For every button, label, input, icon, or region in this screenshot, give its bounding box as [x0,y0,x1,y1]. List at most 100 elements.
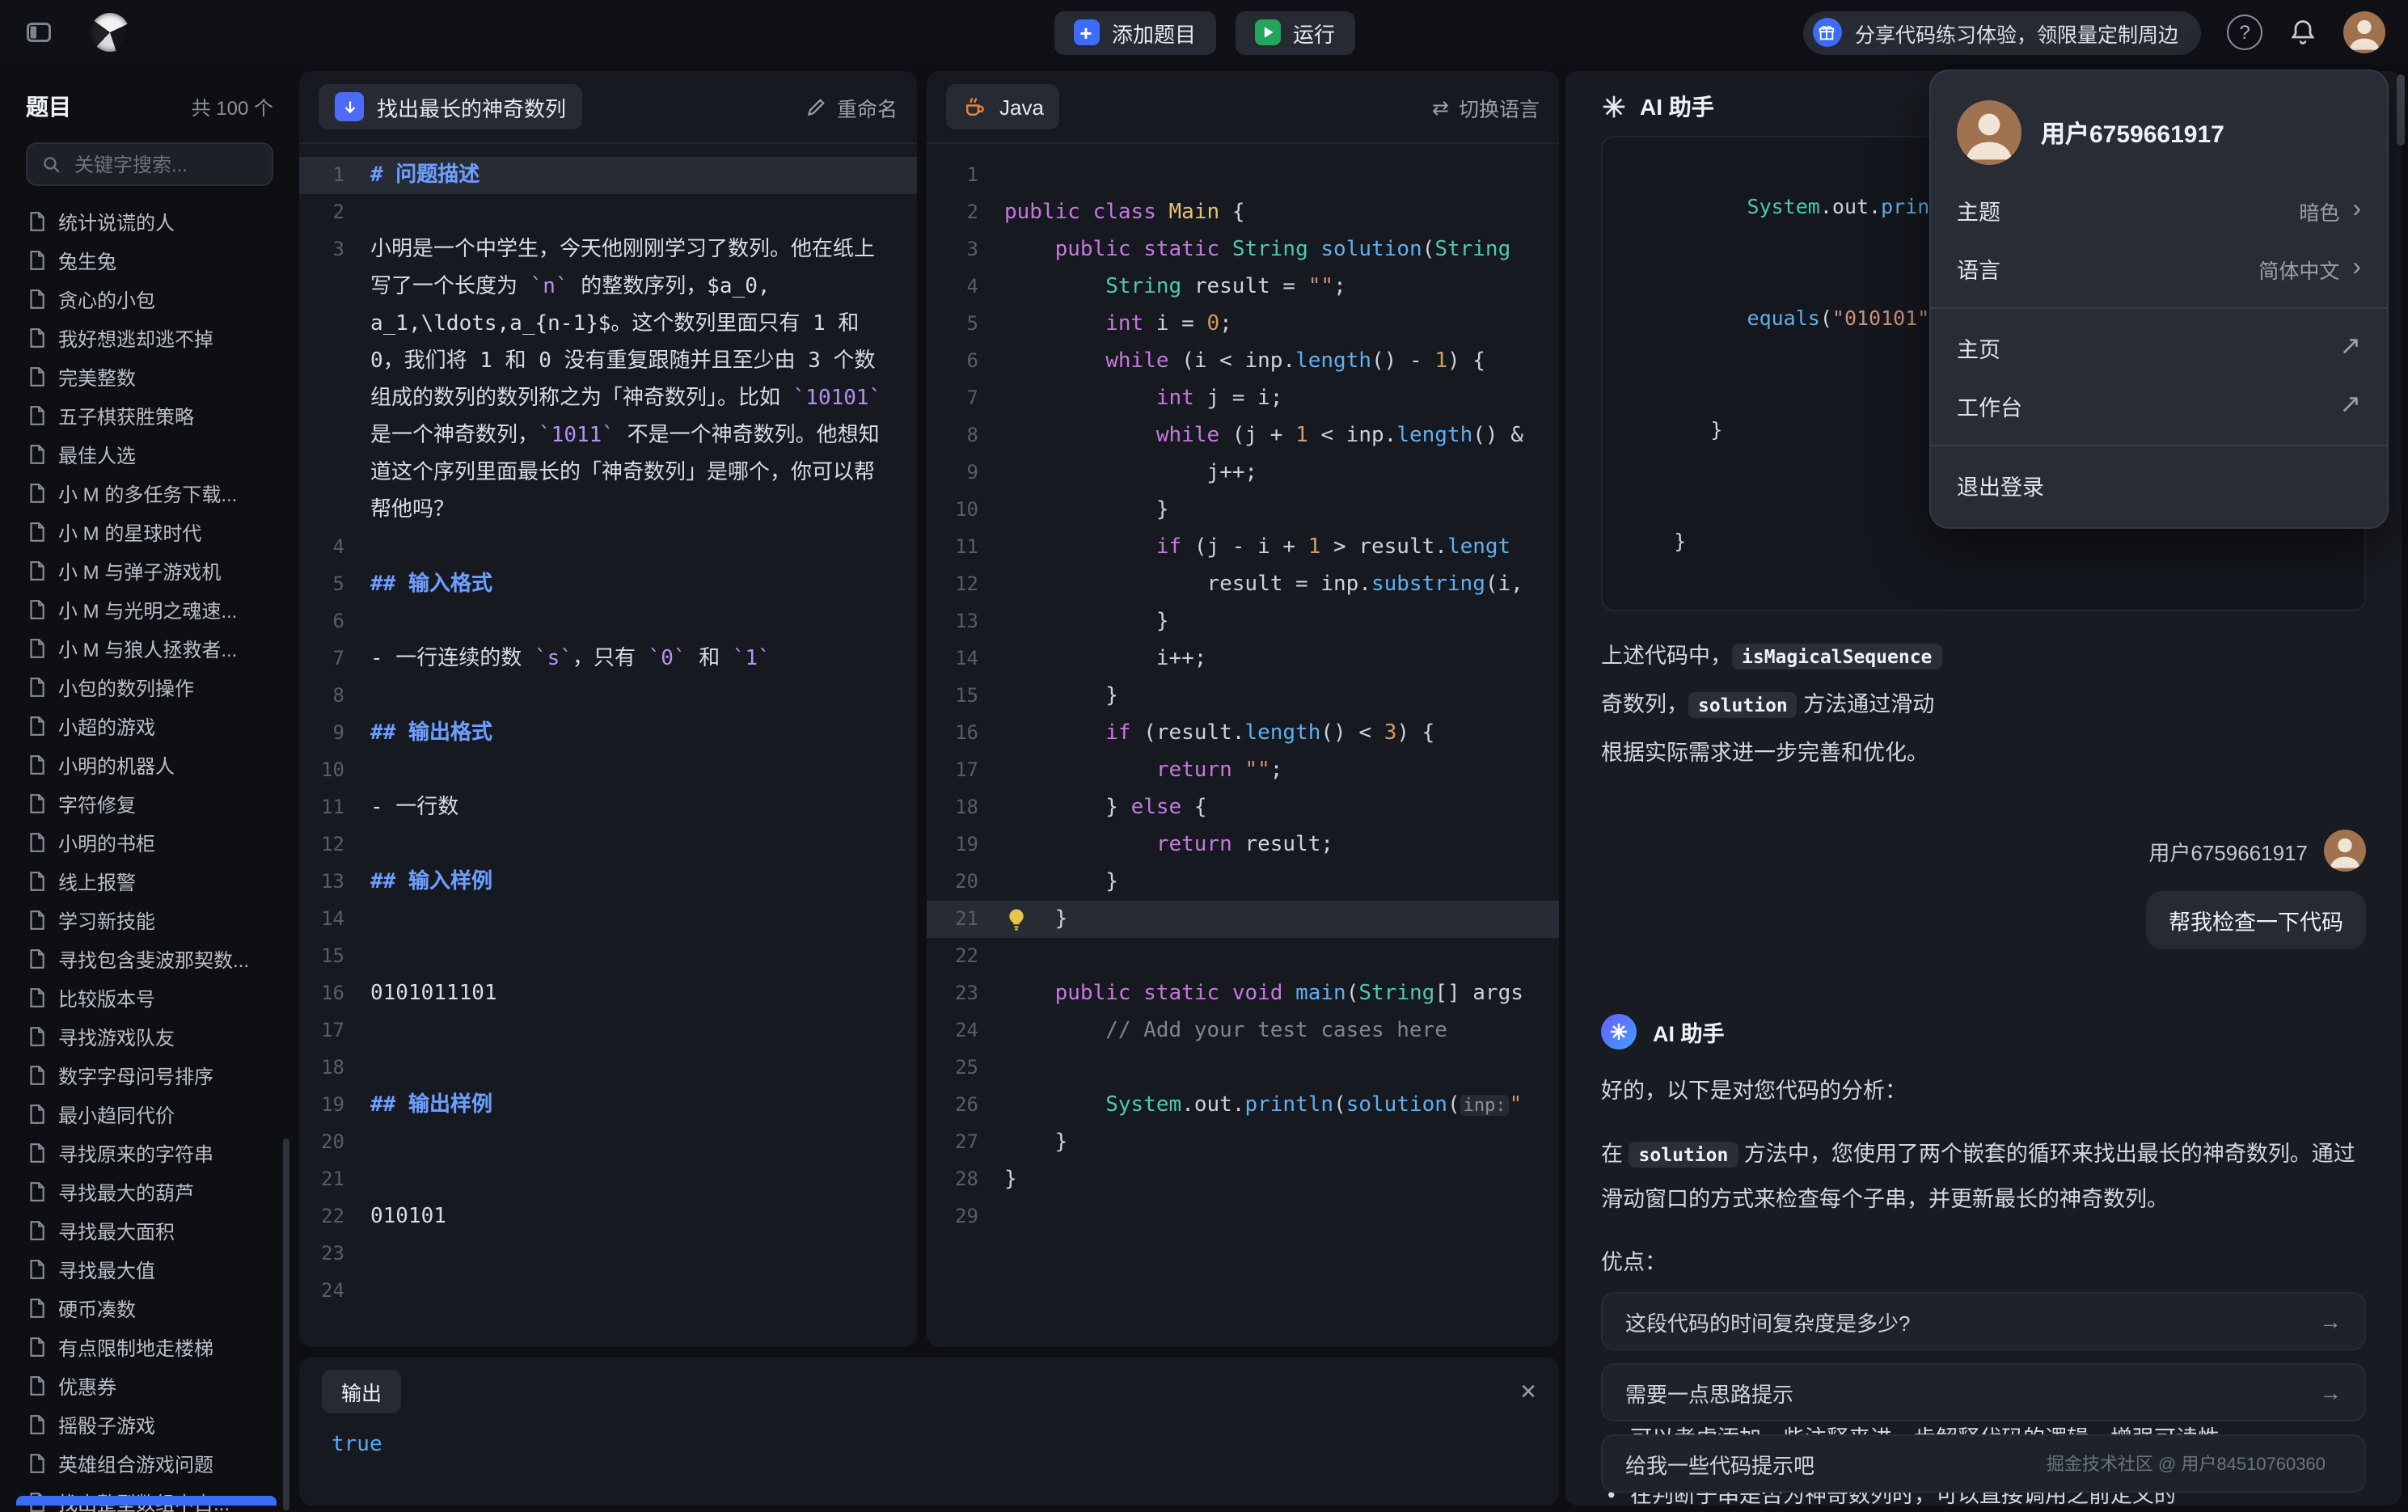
markdown-line[interactable]: 13 ## 输入样例 [299,864,917,901]
app-logo[interactable] [91,13,129,52]
markdown-line[interactable]: 21 [299,1161,917,1198]
code-line[interactable]: 16 if (result.length() < 3) { [927,715,1559,752]
markdown-line[interactable]: 2 [299,194,917,231]
code-line[interactable]: 6 while (i < inp.length() - 1) { [927,343,1559,380]
markdown-line[interactable]: 5 ## 输入格式 [299,566,917,603]
problem-list-item[interactable]: 五子棋获胜策略 [26,396,273,435]
problem-list-item[interactable]: 我好想逃却逃不掉 [26,319,273,357]
markdown-line[interactable]: 20 [299,1124,917,1161]
code-editor[interactable]: 1 2 public class Main { 3 public static … [927,144,1559,1347]
ai-suggestion[interactable]: 需要一点思路提示 → [1601,1363,2366,1421]
problem-list-item[interactable]: 寻找原来的字符串 [26,1134,273,1172]
code-line[interactable]: 17 return ""; [927,752,1559,789]
markdown-line[interactable]: 17 [299,1012,917,1050]
code-line[interactable]: 27 } [927,1124,1559,1161]
problem-list-item[interactable]: 完美整数 [26,357,273,396]
problem-list-item[interactable]: 寻找包含斐波那契数... [26,940,273,978]
problem-list-item[interactable]: 小包的数列操作 [26,668,273,707]
problem-list-item[interactable]: 小明的机器人 [26,745,273,784]
code-line[interactable]: 19 return result; [927,826,1559,864]
markdown-line[interactable]: 22 010101 [299,1198,917,1235]
markdown-line[interactable]: 14 [299,901,917,938]
problem-list-item[interactable]: 贪心的小包 [26,280,273,319]
sidebar-toggle-icon[interactable] [23,16,55,49]
problem-list-item[interactable]: 数字字母问号排序 [26,1056,273,1095]
menu-item[interactable]: 工作台 ↗ [1931,377,2387,435]
problem-list-item[interactable]: 寻找最大的葫芦 [26,1172,273,1211]
code-line[interactable]: 15 } [927,678,1559,715]
markdown-line[interactable]: 9 ## 输出格式 [299,715,917,752]
help-icon[interactable]: ? [2227,15,2262,50]
markdown-editor[interactable]: 1 # 问题描述 2 3 小明是一个中学生，今天他刚刚学习了数列。他在纸上写了一… [299,144,917,1347]
code-line[interactable]: 23 public static void main(String[] args [927,975,1559,1012]
problem-list-item[interactable]: 小 M 与光明之魂速... [26,590,273,629]
code-line[interactable]: 18 } else { [927,789,1559,826]
code-line[interactable]: 5 int i = 0; [927,306,1559,343]
markdown-line[interactable]: 7 - 一行连续的数 `s`，只有 `0` 和 `1` [299,640,917,678]
markdown-line[interactable]: 15 [299,938,917,975]
markdown-line[interactable]: 11 - 一行数 [299,789,917,826]
problem-list-item[interactable]: 线上报警 [26,862,273,901]
sidebar-scrollbar[interactable] [283,1138,289,1510]
problem-list-item[interactable]: 硬币凑数 [26,1289,273,1328]
problem-list-item[interactable]: 兔生兔 [26,241,273,280]
code-line[interactable]: 10 } [927,492,1559,529]
ai-suggestion[interactable]: 给我一些代码提示吧 掘金技术社区 @ 用户84510760360 [1601,1434,2366,1493]
markdown-line[interactable]: 4 [299,529,917,566]
problem-list-item[interactable]: 优惠券 [26,1366,273,1405]
problem-list-item[interactable]: 寻找最大值 [26,1250,273,1289]
code-line[interactable]: 2 public class Main { [927,194,1559,231]
problem-list-item[interactable]: 小 M 的多任务下载... [26,474,273,513]
close-icon[interactable]: × [1520,1378,1536,1405]
lightbulb-icon[interactable] [1004,907,1029,931]
search-input[interactable] [71,151,259,177]
problem-title-chip[interactable]: 找出最长的神奇数列 [319,84,582,129]
markdown-line[interactable]: 18 [299,1050,917,1087]
markdown-line[interactable]: 19 ## 输出样例 [299,1087,917,1124]
problem-list-item[interactable]: 字符修复 [26,784,273,823]
problem-list-item[interactable]: 小 M 与狼人拯救者... [26,629,273,668]
window-scrollbar[interactable] [2397,74,2405,146]
problem-list-item[interactable]: 小超的游戏 [26,707,273,745]
output-tab[interactable]: 输出 [322,1370,401,1413]
problem-list-item[interactable]: 小 M 的星球时代 [26,513,273,551]
markdown-line[interactable]: 10 [299,752,917,789]
ai-suggestion[interactable]: 这段代码的时间复杂度是多少? → [1601,1292,2366,1350]
markdown-line[interactable]: 3 小明是一个中学生，今天他刚刚学习了数列。他在纸上写了一个长度为 `n` 的整… [299,231,917,529]
promo-banner[interactable]: 分享代码练习体验，领限量定制周边 [1803,11,2201,54]
menu-item[interactable]: 主题 暗色 › [1931,181,2387,239]
code-line[interactable]: 8 while (j + 1 < inp.length() & [927,417,1559,454]
code-line[interactable]: 12 result = inp.substring(i, [927,566,1559,603]
code-line[interactable]: 20 } [927,864,1559,901]
markdown-line[interactable]: 6 [299,603,917,640]
markdown-line[interactable]: 1 # 问题描述 [299,157,917,194]
markdown-line[interactable]: 8 [299,678,917,715]
code-line[interactable]: 26 System.out.println(solution(inp:" [927,1087,1559,1124]
menu-item[interactable]: 语言 简体中文 › [1931,239,2387,298]
code-line[interactable]: 7 int j = i; [927,380,1559,417]
problem-list-item[interactable]: 统计说谎的人 [26,202,273,241]
code-line[interactable]: 4 String result = ""; [927,268,1559,306]
menu-item[interactable]: 主页 ↗ [1931,319,2387,377]
code-line[interactable]: 9 j++; [927,454,1559,492]
code-line[interactable]: 13 } [927,603,1559,640]
problem-list-item[interactable]: 小明的书柜 [26,823,273,862]
markdown-line[interactable]: 23 [299,1235,917,1273]
run-button[interactable]: 运行 [1235,11,1354,54]
problem-list-item[interactable]: 最佳人选 [26,435,273,474]
markdown-line[interactable]: 12 [299,826,917,864]
rename-button[interactable]: 重命名 [806,91,898,122]
code-line[interactable]: 11 if (j - i + 1 > result.lengt [927,529,1559,566]
code-line[interactable]: 25 [927,1050,1559,1087]
problem-list-item[interactable]: 最小趋同代价 [26,1095,273,1134]
code-line[interactable]: 28 } [927,1161,1559,1198]
menu-item[interactable]: 退出登录 [1931,456,2387,514]
code-line[interactable]: 14 i++; [927,640,1559,678]
code-line[interactable]: 22 [927,938,1559,975]
search-box[interactable] [26,142,273,186]
problem-list-item[interactable]: 摇骰子游戏 [26,1405,273,1444]
markdown-line[interactable]: 16 0101011101 [299,975,917,1012]
code-line[interactable]: 3 public static String solution(String [927,231,1559,268]
problem-list-item[interactable]: 有点限制地走楼梯 [26,1328,273,1366]
problem-list-item[interactable]: 比较版本号 [26,978,273,1017]
